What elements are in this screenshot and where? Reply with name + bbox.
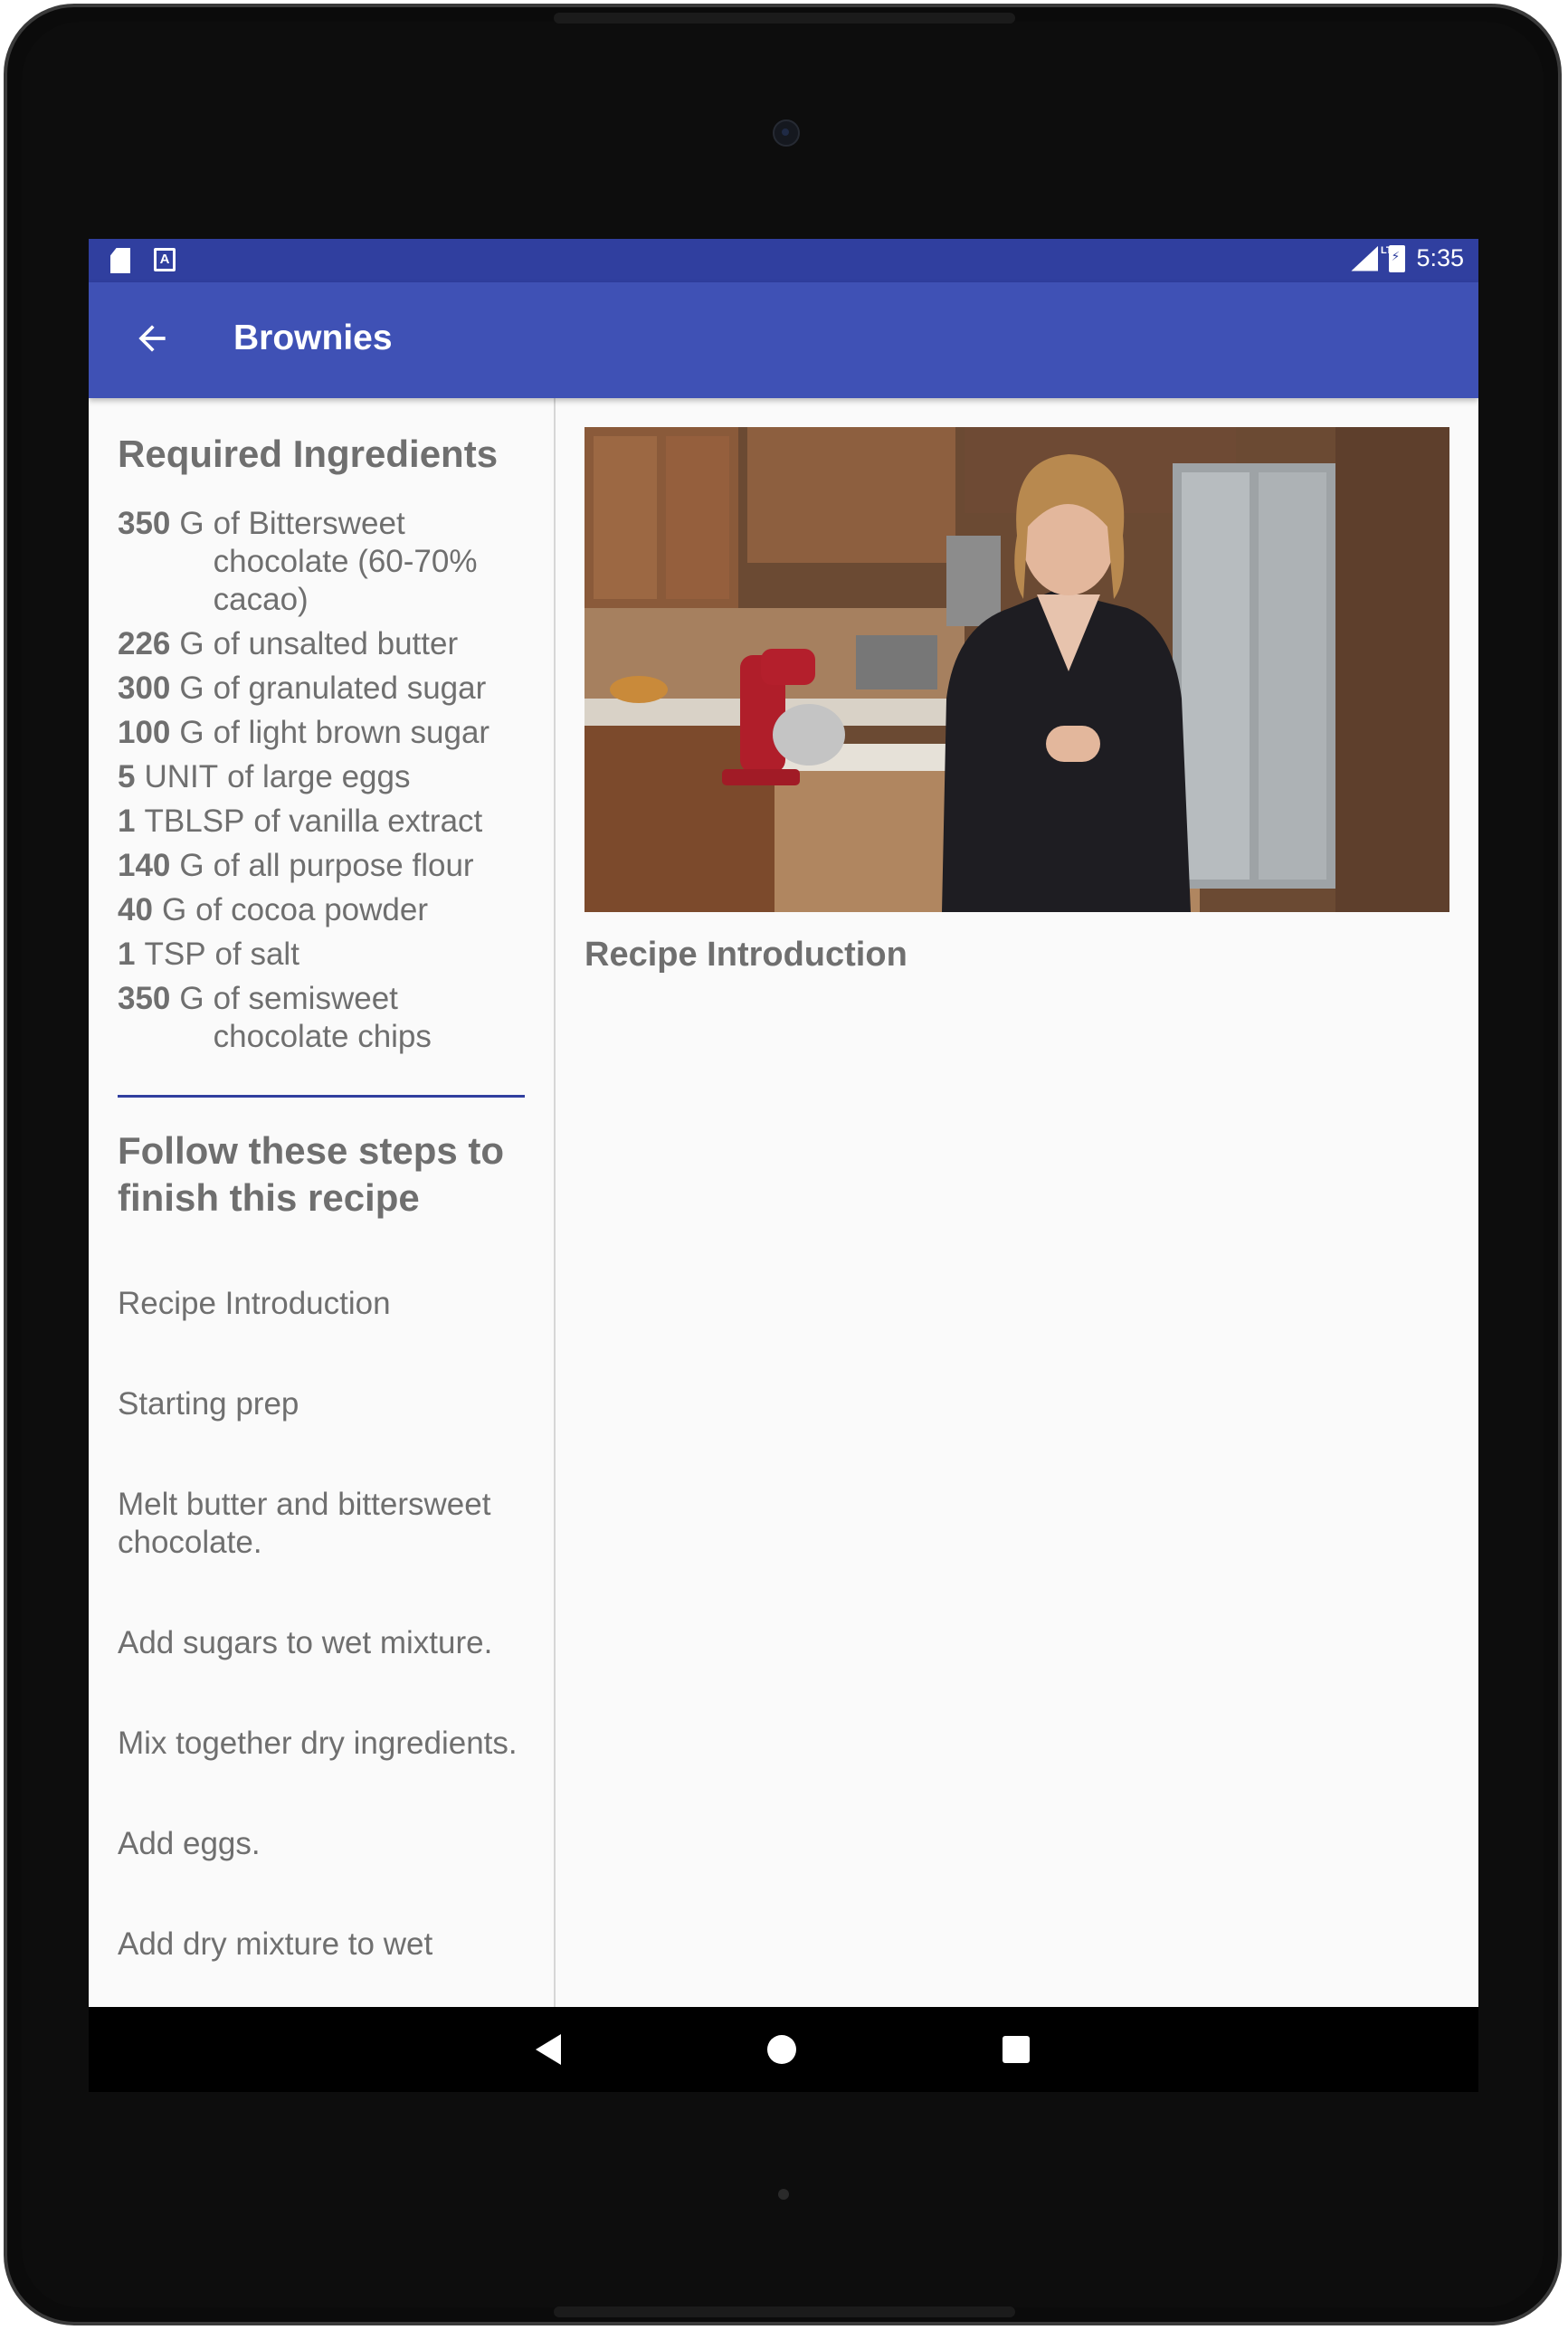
- ingredient-item: 100 Gof light brown sugar: [118, 714, 534, 752]
- status-time: 5:35: [1416, 244, 1464, 271]
- ingredient-quantity: 5: [118, 759, 136, 794]
- step-item[interactable]: Recipe Introduction: [118, 1285, 534, 1323]
- ingredients-heading: Required Ingredients: [118, 433, 499, 475]
- ingredient-quantity: 100: [118, 715, 171, 750]
- ingredient-name: of vanilla extract: [253, 804, 483, 839]
- ingredient-unit: G: [179, 715, 204, 750]
- ingredient-name: of semisweet chocolate chips: [213, 981, 432, 1054]
- step-item[interactable]: Melt butter and bittersweet chocolate.: [118, 1486, 534, 1562]
- ingredient-name: of unsalted butter: [213, 626, 459, 661]
- ingredient-item: 1 TSP of salt: [118, 936, 534, 974]
- section-divider: [118, 1095, 525, 1098]
- nav-home-icon[interactable]: [767, 2035, 796, 2064]
- ingredient-unit: G: [179, 981, 204, 1016]
- navigation-bar: [89, 2007, 1478, 2092]
- step-detail-pane: Recipe Introduction: [556, 398, 1478, 2007]
- ingredient-quantity: 140: [118, 848, 171, 883]
- device-sensor: [778, 2189, 789, 2200]
- ingredient-item: 1 TBLSP of vanilla extract: [118, 803, 534, 841]
- ingredient-name: of granulated sugar: [213, 670, 487, 706]
- step-item[interactable]: Starting prep: [118, 1385, 534, 1423]
- page-title: Brownies: [233, 319, 393, 357]
- ingredient-quantity: 40: [118, 892, 153, 927]
- ingredient-quantity: 350: [118, 506, 171, 541]
- ingredient-unit: G: [179, 506, 204, 541]
- ingredient-item: 40 Gof cocoa powder: [118, 891, 534, 929]
- battery-charging-icon: [1389, 244, 1406, 272]
- sd-card-icon: [110, 248, 130, 273]
- ingredient-unit: TSP: [144, 937, 206, 972]
- ingredient-item: 226 Gof unsalted butter: [118, 625, 534, 663]
- app-bar: Brownies: [89, 282, 1478, 398]
- ingredient-quantity: 226: [118, 626, 171, 661]
- ingredient-item: 5 UNIT of large eggs: [118, 758, 534, 796]
- ingredient-item: 350 Gof Bittersweet chocolate (60-70% cac…: [118, 505, 534, 619]
- ingredient-quantity: 300: [118, 670, 171, 706]
- app-screen: A LTE 5:35 Brownies Required Ingredients…: [89, 239, 1478, 2092]
- nav-recents-icon[interactable]: [1003, 2036, 1030, 2063]
- ingredient-name: of Bittersweet chocolate (60-70% cacao): [213, 506, 478, 617]
- ingredient-unit: G: [179, 626, 204, 661]
- ingredient-item: 350 Gof semisweet chocolate chips: [118, 980, 534, 1056]
- ingredient-name: of large eggs: [227, 759, 411, 794]
- ingredient-quantity: 1: [118, 937, 136, 972]
- ingredient-unit: TBLSP: [144, 804, 245, 839]
- ingredient-unit: G: [161, 892, 187, 927]
- step-item[interactable]: Add dry mixture to wet: [118, 1926, 534, 1964]
- step-item[interactable]: Add sugars to wet mixture.: [118, 1624, 534, 1662]
- ingredients-list: 350 Gof Bittersweet chocolate (60-70% cac…: [118, 505, 534, 1062]
- recipe-steps-pane[interactable]: Required Ingredients 350 Gof Bittersweet …: [89, 398, 554, 2007]
- step-item[interactable]: Mix together dry ingredients.: [118, 1725, 534, 1763]
- back-arrow-icon[interactable]: [132, 319, 172, 358]
- kitchen-video-frame: [584, 427, 1449, 912]
- notification-a-icon: A: [154, 248, 176, 271]
- step-title: Recipe Introduction: [584, 936, 908, 974]
- tablet-device: A LTE 5:35 Brownies Required Ingredients…: [0, 0, 1568, 2330]
- step-item[interactable]: Add eggs.: [118, 1825, 534, 1863]
- ingredient-name: of cocoa powder: [195, 892, 428, 927]
- speaker-grille-top: [554, 13, 1015, 24]
- signal-icon: [1351, 245, 1379, 271]
- steps-heading: Follow these steps to finish this recipe: [118, 1129, 505, 1219]
- status-bar: A LTE 5:35: [89, 239, 1478, 282]
- ingredient-unit: G: [179, 670, 204, 706]
- front-camera: [773, 119, 800, 147]
- ingredient-name: of all purpose flour: [213, 848, 474, 883]
- speaker-grille-bottom: [554, 2306, 1015, 2317]
- ingredient-item: 140 Gof all purpose flour: [118, 847, 534, 885]
- ingredient-unit: G: [179, 848, 204, 883]
- ingredient-quantity: 1: [118, 804, 136, 839]
- nav-back-icon[interactable]: [536, 2034, 561, 2065]
- ingredient-unit: UNIT: [144, 759, 219, 794]
- ingredient-quantity: 350: [118, 981, 171, 1016]
- ingredient-item: 300 Gof granulated sugar: [118, 670, 534, 708]
- ingredient-name: of light brown sugar: [213, 715, 490, 750]
- video-player[interactable]: [584, 427, 1449, 912]
- ingredient-name: of salt: [214, 937, 299, 972]
